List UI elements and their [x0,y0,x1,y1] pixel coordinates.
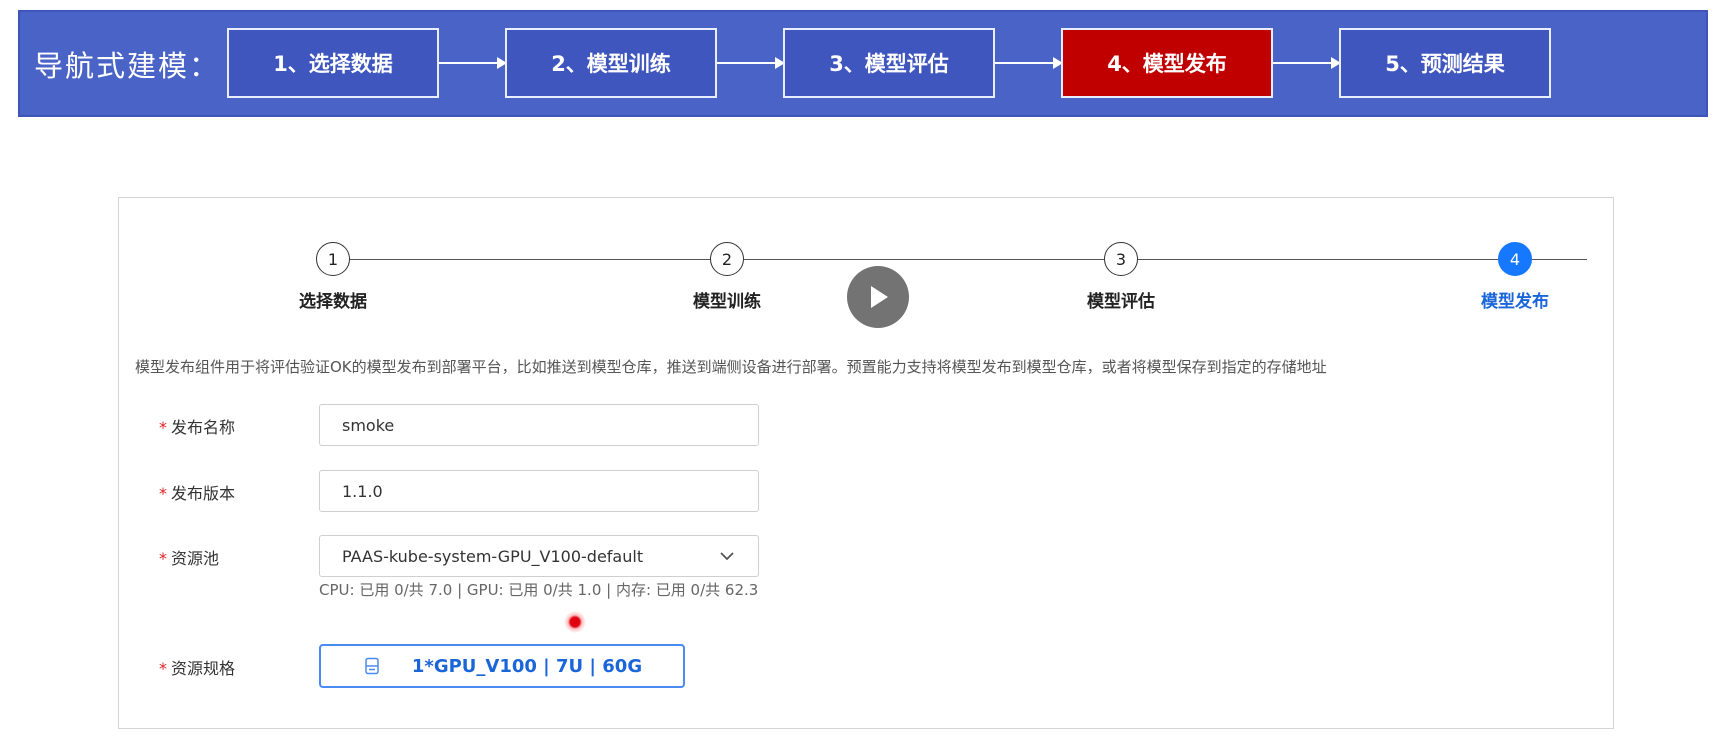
step-circle-1: 1 [316,242,350,276]
release-name-label-text: 发布名称 [171,418,236,437]
nav-arrow [995,57,1063,69]
step-label-3: 模型评估 [1087,292,1155,312]
step-circle-4: 4 [1498,242,1532,276]
nav-arrow [439,57,507,69]
nav-step-select-data[interactable]: 1、选择数据 [227,28,439,98]
model-release-panel: 1 选择数据 2 模型训练 3 模型评估 4 模型发布 模型发布组件用于将评估验… [118,197,1614,729]
chevron-down-icon [720,552,734,561]
resource-spec-option[interactable]: 1*GPU_V100 | 7U | 60G [319,644,685,688]
resource-spec-value: 1*GPU_V100 | 7U | 60G [411,655,643,677]
step-circle-3: 3 [1104,242,1138,276]
video-play-button[interactable] [847,266,909,328]
release-version-label: * 发布版本 [159,480,235,504]
resource-pool-select[interactable]: PAAS-kube-system-GPU_V100-default [319,535,759,577]
step-label-2: 模型训练 [693,292,761,312]
nav-step-model-evaluation[interactable]: 3、模型评估 [783,28,995,98]
step-circle-2: 2 [710,242,744,276]
server-icon [365,657,379,675]
resource-pool-label: * 资源池 [159,545,219,569]
resource-pool-label-text: 资源池 [171,549,220,568]
required-mark: * [159,659,167,678]
stepper-line [333,259,1587,260]
nav-step-model-training[interactable]: 2、模型训练 [505,28,717,98]
step-label-1: 选择数据 [299,292,367,312]
required-mark: * [159,418,167,437]
nav-banner: 导航式建模： 1、选择数据 2、模型训练 3、模型评估 4、模型发布 5、预测结… [18,10,1708,117]
nav-step-prediction-result[interactable]: 5、预测结果 [1339,28,1551,98]
release-name-label: * 发布名称 [159,414,235,438]
nav-arrow [717,57,785,69]
nav-arrow [1273,57,1341,69]
mouse-cursor-indicator [564,611,586,633]
required-mark: * [159,549,167,568]
nav-step-model-release[interactable]: 4、模型发布 [1061,28,1273,98]
resource-pool-value: PAAS-kube-system-GPU_V100-default [342,546,644,566]
resource-spec-label-text: 资源规格 [171,659,236,678]
nav-title: 导航式建模： [34,49,221,83]
component-description: 模型发布组件用于将评估验证OK的模型发布到部署平台，比如推送到模型仓库，推送到端… [135,358,1327,376]
resource-spec-label: * 资源规格 [159,655,235,679]
resource-pool-usage: CPU: 已用 0/共 7.0 | GPU: 已用 0/共 1.0 | 内存: … [319,581,759,599]
release-name-input[interactable] [319,404,759,446]
release-version-input[interactable] [319,470,759,512]
step-label-4: 模型发布 [1481,292,1549,312]
release-version-label-text: 发布版本 [171,484,236,503]
play-icon [871,286,888,308]
required-mark: * [159,484,167,503]
